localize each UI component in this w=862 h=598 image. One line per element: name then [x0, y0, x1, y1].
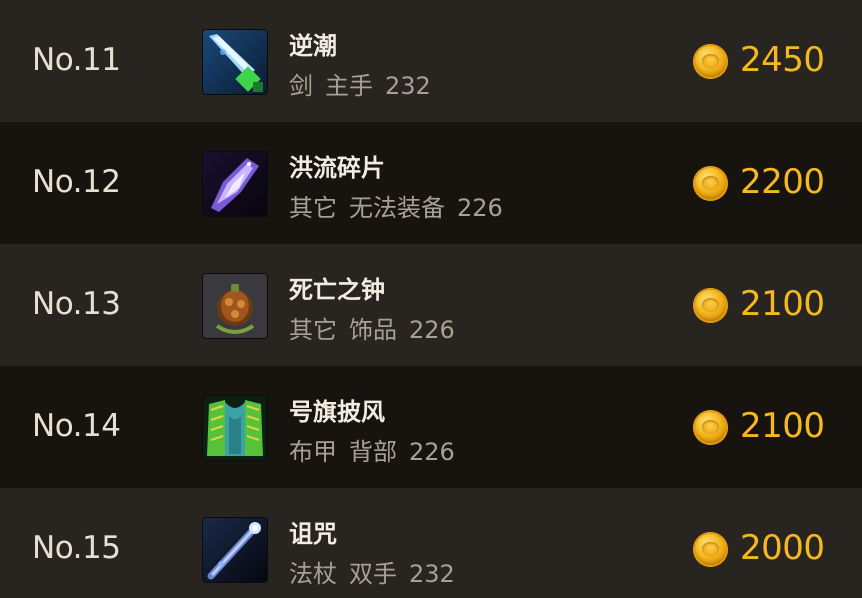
item-name[interactable]: 死亡之钟 — [289, 270, 385, 305]
item-meta: 其它 无法装备 226 — [289, 188, 515, 223]
item-slot: 主手 — [325, 72, 373, 100]
gold-coin-icon — [693, 532, 728, 567]
list-item[interactable]: No.13 死亡之钟 其它 饰品 226 2100 — [0, 244, 862, 366]
gold-coin-icon — [693, 288, 728, 323]
item-name[interactable]: 洪流碎片 — [289, 148, 385, 183]
item-name[interactable]: 诅咒 — [289, 514, 337, 549]
item-level: 232 — [409, 560, 455, 588]
item-type: 布甲 — [289, 438, 337, 466]
item-type: 剑 — [289, 72, 313, 100]
item-meta: 法杖 双手 232 — [289, 554, 467, 589]
item-slot: 背部 — [349, 438, 397, 466]
list-item[interactable]: No.12 洪流碎片 其它 无法装备 226 2200 — [0, 122, 862, 244]
item-price: 2100 — [740, 284, 825, 324]
item-price: 2000 — [740, 528, 825, 568]
staff-icon[interactable] — [203, 518, 267, 582]
list-item[interactable]: No.15 诅咒 法杖 双手 232 2000 — [0, 488, 862, 598]
item-level: 232 — [385, 72, 431, 100]
item-slot: 饰品 — [349, 316, 397, 344]
bell-icon[interactable] — [203, 274, 267, 338]
item-meta: 布甲 背部 226 — [289, 432, 467, 467]
item-meta: 剑主手 232 — [289, 66, 443, 101]
item-name[interactable]: 号旗披风 — [289, 392, 385, 427]
gold-coin-icon — [693, 410, 728, 445]
cloak-icon[interactable] — [203, 396, 267, 460]
item-slot: 双手 — [349, 560, 397, 588]
item-type: 其它 — [289, 194, 337, 222]
rank-label: No.11 — [32, 42, 121, 78]
item-ranking-list: No.11 逆潮 剑主手 232 2450 No.12 洪流碎片 其它 无法装备… — [0, 0, 862, 598]
list-item[interactable]: No.14 号旗披风 布甲 背部 226 2100 — [0, 366, 862, 488]
item-price: 2100 — [740, 406, 825, 446]
gold-coin-icon — [693, 44, 728, 79]
list-item[interactable]: No.11 逆潮 剑主手 232 2450 — [0, 0, 862, 122]
item-meta: 其它 饰品 226 — [289, 310, 467, 345]
item-price: 2450 — [740, 40, 825, 80]
item-price: 2200 — [740, 162, 825, 202]
item-level: 226 — [457, 194, 503, 222]
gold-coin-icon — [693, 166, 728, 201]
rank-label: No.14 — [32, 408, 121, 444]
item-name[interactable]: 逆潮 — [289, 26, 337, 61]
item-level: 226 — [409, 316, 455, 344]
item-type: 法杖 — [289, 560, 337, 588]
rank-label: No.12 — [32, 164, 121, 200]
item-slot: 无法装备 — [349, 194, 445, 222]
item-level: 226 — [409, 438, 455, 466]
crystal-shard-icon[interactable] — [203, 152, 267, 216]
rank-label: No.13 — [32, 286, 121, 322]
item-type: 其它 — [289, 316, 337, 344]
sword-icon[interactable] — [203, 30, 267, 94]
rank-label: No.15 — [32, 530, 121, 566]
